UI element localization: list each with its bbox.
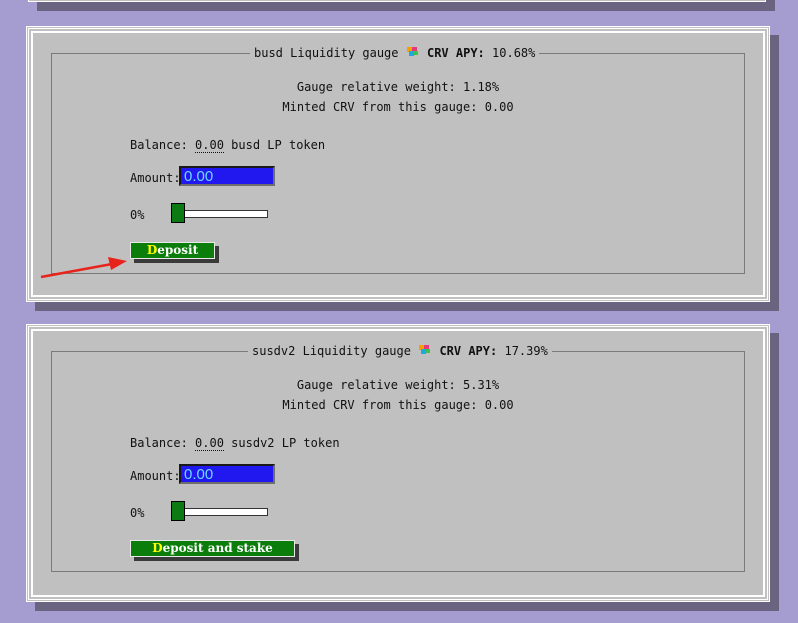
- minted-crv-text: Minted CRV from this gauge: 0.00: [282, 100, 514, 114]
- amount-slider-track[interactable]: [173, 210, 268, 218]
- balance-value[interactable]: 0.00: [195, 138, 224, 153]
- balance-label: Balance:: [130, 436, 188, 450]
- crv-logo-icon: [419, 345, 431, 354]
- gauge-title: susdv2 Liquidity gauge CRV APY: 17.39%: [248, 344, 552, 358]
- amount-label: Amount:: [130, 171, 181, 185]
- crv-apy-value: 17.39%: [504, 344, 548, 358]
- deposit-and-stake-button[interactable]: Deposit and stake: [130, 540, 295, 557]
- deposit-button-first-letter: D: [152, 541, 163, 555]
- gauge-panel: susdv2 Liquidity gauge CRV APY: 17.39% G…: [51, 344, 745, 572]
- balance-row: Balance: 0.00 busd LP token: [130, 138, 326, 153]
- balance-unit: busd LP token: [231, 138, 326, 152]
- crv-apy-label: CRV APY:: [439, 344, 498, 358]
- pool-name: susdv2: [252, 344, 296, 358]
- amount-slider-thumb[interactable]: [171, 501, 185, 521]
- gauge-title-suffix: Liquidity gauge: [290, 46, 399, 60]
- gauge-title-suffix: Liquidity gauge: [302, 344, 411, 358]
- crv-logo-icon: [406, 47, 418, 56]
- amount-label: Amount:: [130, 469, 181, 483]
- gauge-panel: busd Liquidity gauge CRV APY: 10.68% Gau…: [51, 46, 745, 274]
- amount-slider-thumb[interactable]: [171, 203, 185, 223]
- slider-percent-label: 0%: [130, 506, 145, 520]
- previous-gauge-window: [28, 0, 766, 2]
- minted-crv-text: Minted CRV from this gauge: 0.00: [282, 398, 514, 412]
- crv-apy-label: CRV APY:: [426, 46, 485, 60]
- deposit-and-stake-button-label: eposit and stake: [162, 541, 273, 555]
- crv-apy-value: 10.68%: [492, 46, 536, 60]
- balance-row: Balance: 0.00 susdv2 LP token: [130, 436, 340, 451]
- balance-value[interactable]: 0.00: [195, 436, 224, 451]
- gauge-window-susdv2: susdv2 Liquidity gauge CRV APY: 17.39% G…: [26, 324, 770, 602]
- balance-label: Balance:: [130, 138, 188, 152]
- pool-name: busd: [254, 46, 283, 60]
- gauge-title: busd Liquidity gauge CRV APY: 10.68%: [250, 46, 539, 60]
- deposit-button-first-letter: D: [146, 243, 158, 257]
- gauge-window-busd: busd Liquidity gauge CRV APY: 10.68% Gau…: [26, 26, 770, 302]
- slider-percent-label: 0%: [130, 208, 145, 222]
- gauge-weight-text: Gauge relative weight: 5.31%: [296, 378, 500, 392]
- amount-input[interactable]: 0.00: [179, 166, 275, 186]
- balance-unit: susdv2 LP token: [231, 436, 340, 450]
- amount-input[interactable]: 0.00: [179, 464, 275, 484]
- gauge-weight-text: Gauge relative weight: 1.18%: [296, 80, 500, 94]
- amount-slider-track[interactable]: [173, 508, 268, 516]
- deposit-button[interactable]: Deposit: [130, 242, 215, 259]
- deposit-button-label: eposit: [157, 243, 199, 257]
